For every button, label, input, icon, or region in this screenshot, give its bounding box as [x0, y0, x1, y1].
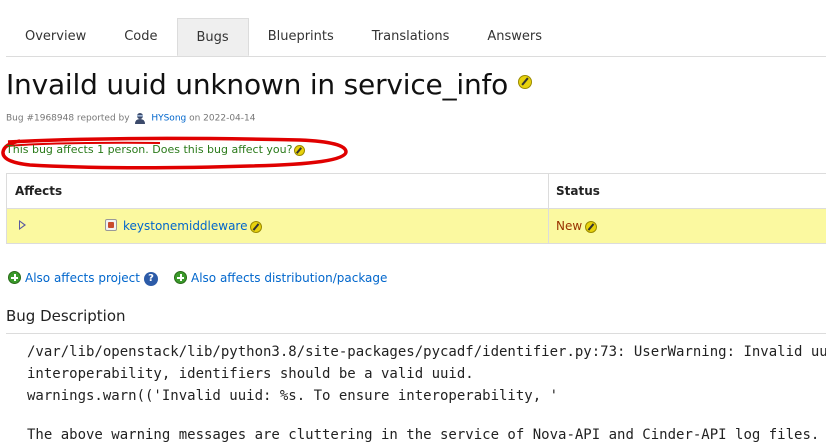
affects-column-header: Affects [15, 184, 63, 198]
edit-title-icon[interactable] [518, 75, 533, 89]
tab-overview[interactable]: Overview [6, 18, 105, 56]
description-line: The above warning messages are clutterin… [27, 427, 820, 443]
status-column-header: Status [556, 184, 600, 198]
table-left-border [6, 173, 7, 244]
expand-triangle-icon[interactable] [19, 220, 26, 230]
description-body: /var/lib/openstack/lib/python3.8/site-pa… [27, 341, 826, 407]
tab-blueprints[interactable]: Blueprints [249, 18, 353, 56]
person-icon [135, 113, 146, 124]
affects-you-line[interactable]: This bug affects 1 person. Does this bug… [6, 143, 306, 156]
edit-status-icon[interactable] [585, 220, 598, 233]
reporter-link[interactable]: HYSong [151, 114, 186, 124]
also-affects-distribution-label: Also affects distribution/package [191, 271, 388, 285]
tab-bugs[interactable]: Bugs [176, 18, 249, 56]
description-line: warnings.warn(('Invalid uuid: %s. To ens… [27, 388, 559, 404]
status-text: New [556, 219, 583, 233]
add-icon [174, 271, 187, 284]
bug-meta: Bug #1968948 reported by HYSong on 2022-… [6, 112, 255, 124]
edit-target-icon[interactable] [249, 220, 262, 233]
tab-translations[interactable]: Translations [353, 18, 469, 56]
description-line: interoperability, identifiers should be … [27, 366, 474, 382]
tab-answers[interactable]: Answers [468, 18, 561, 56]
column-divider [548, 173, 549, 243]
add-icon [8, 271, 21, 284]
also-affects-distribution-link[interactable]: Also affects distribution/package [174, 271, 387, 285]
bug-title-text: Invaild uuid unknown in service_info [6, 68, 509, 101]
description-divider [6, 333, 826, 334]
description-heading: Bug Description [6, 307, 126, 325]
tab-code[interactable]: Code [105, 18, 176, 56]
also-affects-project-link[interactable]: Also affects project [8, 271, 140, 285]
affected-project-link[interactable]: keystonemiddleware [123, 219, 248, 233]
affects-table-header: Affects Status [6, 173, 826, 209]
affects-you-text: This bug affects 1 person. Does this bug… [6, 143, 293, 156]
table-row: keystonemiddleware New [6, 209, 826, 244]
help-icon[interactable]: ? [144, 272, 158, 286]
report-date: on 2022-04-14 [189, 113, 256, 124]
description-line: /var/lib/openstack/lib/python3.8/site-pa… [27, 344, 826, 360]
project-tabs: Overview Code Bugs Blueprints Translatio… [6, 18, 826, 57]
also-affects-project-label: Also affects project [25, 271, 140, 285]
bug-number: Bug #1968948 reported by [6, 113, 130, 124]
edit-affects-icon[interactable] [294, 144, 306, 156]
project-icon [105, 219, 117, 231]
affected-project[interactable]: keystonemiddleware [123, 209, 262, 243]
status-value[interactable]: New [556, 209, 598, 243]
page-title: Invaild uuid unknown in service_info [6, 68, 533, 101]
